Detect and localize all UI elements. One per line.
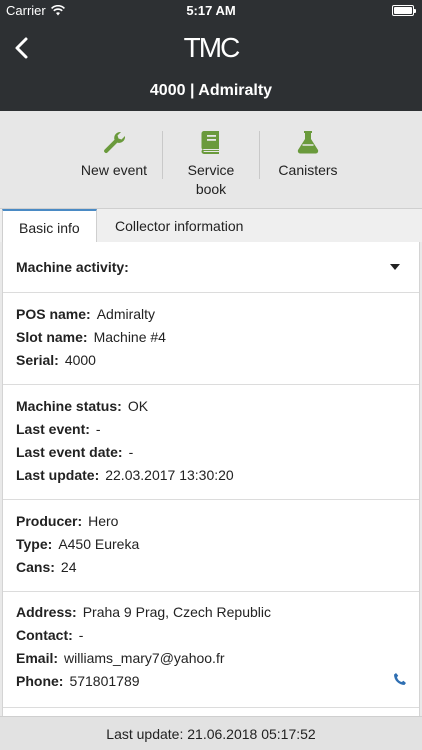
chevron-down-icon	[390, 264, 400, 270]
email-value[interactable]: williams_mary7@yahoo.fr	[64, 650, 224, 666]
pos-name-row: POS name: Admiralty	[16, 303, 406, 326]
serial-label: Serial:	[16, 352, 59, 368]
contact-section: Address: Praha 9 Prag, Czech Republic Con…	[3, 592, 419, 708]
serial-row: Serial: 4000	[16, 349, 406, 372]
flask-icon	[297, 131, 319, 154]
last-event-row: Last event: -	[16, 418, 406, 441]
action-bar: New event Service book Canisters	[0, 111, 422, 208]
machine-status-label: Machine status:	[16, 398, 122, 414]
type-value: A450 Eureka	[58, 536, 140, 552]
address-label: Address:	[16, 604, 77, 620]
last-event-date-row: Last event date: -	[16, 441, 406, 464]
canisters-button[interactable]: Canisters	[260, 111, 356, 208]
type-row: Type: A450 Eureka	[16, 533, 406, 556]
email-label: Email:	[16, 650, 59, 666]
phone-value[interactable]: 571801789	[69, 673, 139, 689]
last-update-footer: Last update: 21.06.2018 05:17:52	[0, 716, 422, 750]
contact-row: Contact: -	[16, 624, 406, 647]
cans-label: Cans:	[16, 559, 55, 575]
contact-value: -	[78, 627, 84, 643]
wrench-icon	[104, 131, 126, 153]
machine-status-value: OK	[127, 398, 149, 414]
cans-value: 24	[60, 559, 77, 575]
producer-value: Hero	[88, 513, 119, 529]
status-section: Machine status: OK Last event: - Last even…	[3, 385, 419, 500]
app-logo: TMC	[0, 32, 422, 64]
battery-icon	[392, 5, 416, 16]
last-event-value: -	[95, 421, 101, 437]
status-bar: Carrier 5:17 AM	[0, 0, 422, 22]
address-value: Praha 9 Prag, Czech Republic	[82, 604, 272, 620]
producer-label: Producer:	[16, 513, 83, 529]
service-book-button[interactable]: Service book	[163, 111, 259, 208]
producer-section: Producer: Hero Type: A450 Eureka Cans: 24	[3, 500, 419, 592]
cans-row: Cans: 24	[16, 556, 406, 579]
last-update-value: 22.03.2017 13:30:20	[105, 467, 234, 483]
logo-text: TMC	[183, 32, 241, 63]
tab-bar: Basic info Collector information	[0, 208, 422, 244]
canisters-label: Canisters	[278, 162, 338, 178]
last-event-label: Last event:	[16, 421, 90, 437]
new-event-button[interactable]: New event	[66, 111, 162, 208]
slot-name-value: Machine #4	[93, 329, 166, 345]
slot-name-label: Slot name:	[16, 329, 88, 345]
address-row: Address: Praha 9 Prag, Czech Republic	[16, 601, 406, 624]
phone-row: Phone: 571801789	[16, 670, 406, 693]
slot-name-row: Slot name: Machine #4	[16, 326, 406, 349]
phone-icon[interactable]	[393, 672, 407, 686]
last-update-row: Last update: 22.03.2017 13:30:20	[16, 464, 406, 487]
book-icon	[201, 131, 219, 154]
pos-section: POS name: Admiralty Slot name: Machine #4 …	[3, 293, 419, 385]
app-header: TMC 4000 | Admiralty	[0, 22, 422, 111]
status-time: 5:17 AM	[186, 3, 236, 18]
machine-status-row: Machine status: OK	[16, 395, 406, 418]
basic-info-panel: Machine activity: POS name: Admiralty Slo…	[2, 242, 420, 716]
type-label: Type:	[16, 536, 53, 552]
last-event-date-value: -	[128, 444, 134, 460]
producer-row: Producer: Hero	[16, 510, 406, 533]
machine-activity-dropdown[interactable]: Machine activity:	[3, 242, 419, 293]
machine-activity-label: Machine activity:	[16, 259, 129, 275]
tab-basic-info[interactable]: Basic info	[2, 209, 97, 244]
last-event-date-label: Last event date:	[16, 444, 123, 460]
phone-label: Phone:	[16, 673, 64, 689]
new-event-label: New event	[80, 162, 148, 178]
last-update-label: Last update:	[16, 467, 100, 483]
serial-value: 4000	[64, 352, 96, 368]
service-book-label: Service book	[187, 162, 235, 197]
pos-name-value: Admiralty	[96, 306, 156, 322]
tab-collector-information[interactable]: Collector information	[99, 209, 259, 243]
page-title: 4000 | Admiralty	[149, 82, 273, 99]
pos-name-label: POS name:	[16, 306, 91, 322]
email-row: Email: williams_mary7@yahoo.fr	[16, 647, 406, 670]
contact-label: Contact:	[16, 627, 73, 643]
